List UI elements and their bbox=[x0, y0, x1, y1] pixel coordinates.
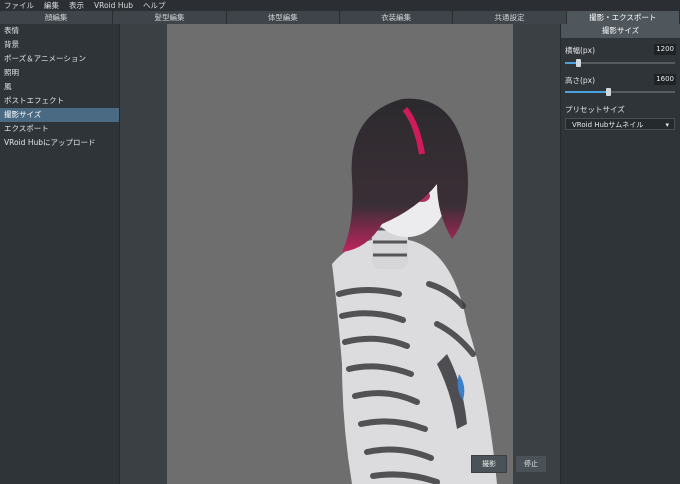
preset-select[interactable]: VRoid Hubサムネイル ▾ bbox=[565, 118, 675, 130]
sidebar-item-background[interactable]: 背景 bbox=[0, 38, 119, 52]
sidebar: 表情 背景 ポーズ＆アニメーション 照明 風 ポストエフェクト 撮影サイズ エク… bbox=[0, 24, 120, 484]
width-slider-thumb[interactable] bbox=[576, 59, 582, 67]
stop-button[interactable]: 停止 bbox=[515, 455, 547, 473]
capture-canvas bbox=[167, 24, 513, 484]
tab-body[interactable]: 体型編集 bbox=[227, 11, 340, 24]
sidebar-item-pose-animation[interactable]: ポーズ＆アニメーション bbox=[0, 52, 119, 66]
sidebar-item-export[interactable]: エクスポート bbox=[0, 122, 119, 136]
sidebar-item-post-effect[interactable]: ポストエフェクト bbox=[0, 94, 119, 108]
panel-title: 撮影サイズ bbox=[561, 24, 680, 38]
menu-edit[interactable]: 編集 bbox=[44, 0, 59, 11]
preset-select-value: VRoid Hubサムネイル bbox=[572, 121, 644, 129]
width-input[interactable]: 1200 bbox=[654, 44, 676, 55]
tab-photo-export[interactable]: 撮影・エクスポート bbox=[566, 11, 680, 24]
preview-viewport[interactable] bbox=[120, 24, 560, 484]
height-slider-fill bbox=[565, 91, 608, 93]
chevron-down-icon: ▾ bbox=[665, 121, 669, 129]
sidebar-item-wind[interactable]: 風 bbox=[0, 80, 119, 94]
mode-tabs: 顔編集 髪型編集 体型編集 衣装編集 共通設定 撮影・エクスポート bbox=[0, 11, 680, 24]
tab-hair[interactable]: 髪型編集 bbox=[113, 11, 227, 24]
height-input[interactable]: 1600 bbox=[654, 74, 676, 85]
shoot-button[interactable]: 撮影 bbox=[471, 455, 507, 473]
width-slider[interactable] bbox=[565, 59, 675, 67]
menu-file[interactable]: ファイル bbox=[4, 0, 34, 11]
menu-bar: ファイル 編集 表示 VRoid Hub ヘルプ bbox=[0, 0, 680, 11]
menu-vroid-hub[interactable]: VRoid Hub bbox=[94, 1, 133, 10]
sidebar-item-upload-vroid-hub[interactable]: VRoid Hubにアップロード bbox=[0, 136, 119, 150]
settings-panel: 撮影サイズ 横幅(px) 1200 高さ(px) 1600 プリセットサイズ V… bbox=[560, 24, 680, 484]
height-label: 高さ(px) bbox=[565, 76, 596, 85]
menu-view[interactable]: 表示 bbox=[69, 0, 84, 11]
character-preview bbox=[332, 98, 497, 484]
tab-outfit[interactable]: 衣装編集 bbox=[340, 11, 454, 24]
height-slider-thumb[interactable] bbox=[605, 88, 611, 96]
menu-help[interactable]: ヘルプ bbox=[143, 0, 166, 11]
height-slider[interactable] bbox=[565, 88, 675, 96]
tab-common-settings[interactable]: 共通設定 bbox=[453, 11, 567, 24]
preset-label: プリセットサイズ bbox=[565, 105, 625, 114]
sidebar-item-lighting[interactable]: 照明 bbox=[0, 66, 119, 80]
tab-face[interactable]: 顔編集 bbox=[0, 11, 114, 24]
sidebar-item-expression[interactable]: 表情 bbox=[0, 24, 119, 38]
width-label: 横幅(px) bbox=[565, 46, 596, 55]
sidebar-item-capture-size[interactable]: 撮影サイズ bbox=[0, 108, 119, 122]
